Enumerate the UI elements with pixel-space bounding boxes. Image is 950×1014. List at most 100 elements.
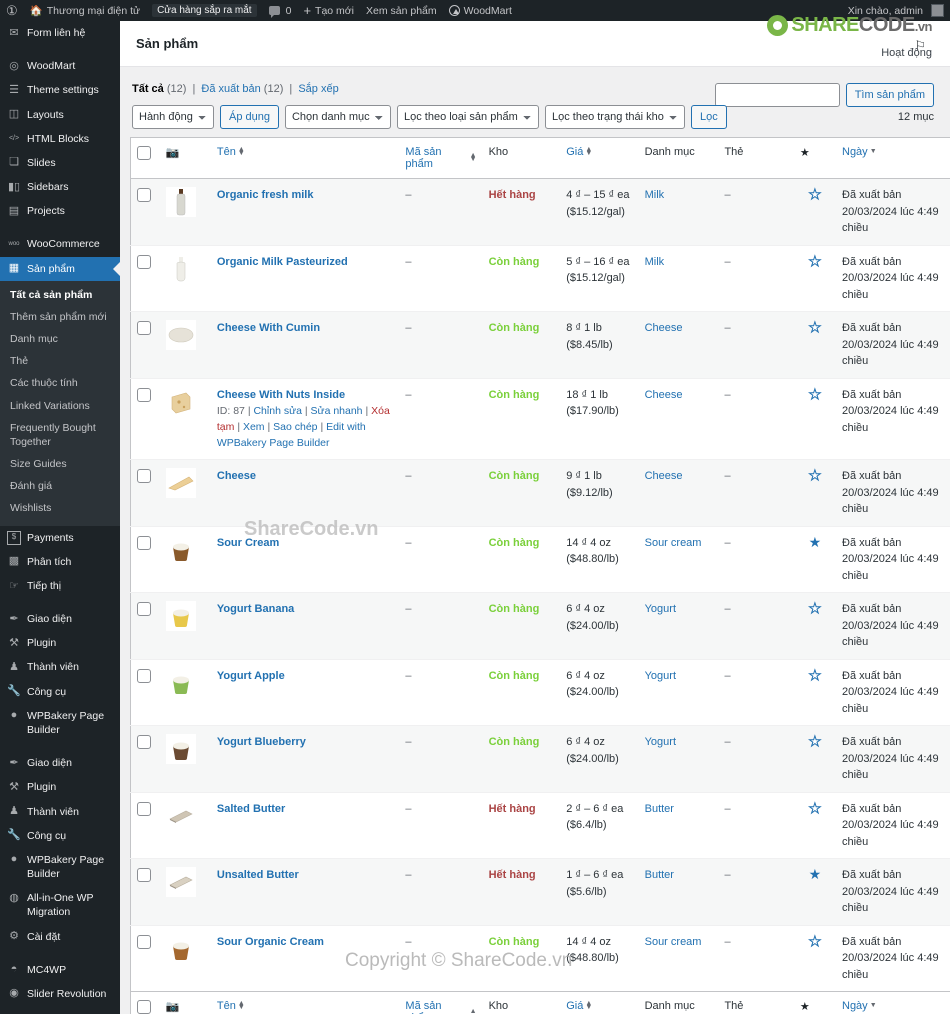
row-category-cell[interactable]: Cheese [638, 311, 719, 378]
column-header-name[interactable]: Tên ▲ ▼ [210, 137, 400, 179]
table-row[interactable]: Organic Milk Pasteurized – Còn hàng 5 ₫ – 1… [130, 244, 950, 312]
product-name-link[interactable]: Yogurt Apple [217, 670, 285, 682]
table-row[interactable]: Yogurt Banana – Còn hàng 6 ₫ 4 oz ($24.00/l… [130, 592, 950, 660]
featured-star-icon[interactable]: ★ [808, 386, 822, 402]
my-account-menu[interactable]: Xin chào, admin [842, 0, 950, 21]
row-checkbox-cell[interactable] [130, 791, 160, 859]
sidebar-item-users-2[interactable]: ♟ Thành viên [0, 800, 120, 824]
sort-by-price-link[interactable]: Giá ▲ ▼ [566, 146, 592, 158]
featured-star-icon[interactable]: ★ [808, 467, 822, 483]
coming-soon-badge[interactable]: Cửa hàng sắp ra mắt [146, 0, 263, 21]
row-featured-cell[interactable]: ★ [793, 725, 836, 793]
row-checkbox[interactable] [137, 321, 151, 336]
select-all-checkbox[interactable] [137, 146, 151, 160]
row-action-quick-edit[interactable]: Sửa nhanh [311, 405, 363, 417]
product-name-link[interactable]: Salted Butter [217, 803, 285, 815]
product-name-link[interactable]: Unsalted Butter [217, 869, 299, 881]
product-name-link[interactable]: Cheese With Nuts Inside [217, 389, 345, 401]
sidebar-item-plugins-2[interactable]: ⚒ Plugin [0, 775, 120, 799]
sidebar-item-sidebars[interactable]: ▮▯ Sidebars [0, 175, 120, 199]
row-checkbox[interactable] [137, 254, 151, 269]
row-featured-cell[interactable]: ★ [793, 858, 836, 926]
row-featured-cell[interactable]: ★ [793, 924, 836, 992]
product-category-link[interactable]: Cheese [645, 470, 683, 482]
row-name-cell[interactable]: Cheese With Cumin [210, 311, 400, 378]
product-name-link[interactable]: Organic fresh milk [217, 189, 314, 201]
column-footer-name[interactable]: Tên ▲ ▼ [210, 991, 400, 1014]
row-name-cell[interactable]: Yogurt Banana [210, 592, 400, 660]
submenu-item-frequently-bought-together[interactable]: Frequently Bought Together [0, 417, 120, 453]
row-checkbox-cell[interactable] [130, 459, 160, 527]
row-featured-cell[interactable]: ★ [793, 791, 836, 859]
row-checkbox[interactable] [137, 387, 151, 402]
product-name-link[interactable]: Yogurt Banana [217, 603, 294, 615]
row-checkbox-cell[interactable] [130, 858, 160, 926]
row-actions[interactable]: ID: 87 | Chỉnh sửa | Sửa nhanh | Xóa tạm… [217, 404, 394, 451]
admin-sidebar-menu[interactable]: ✉ Form liên hệ ◎ WoodMart ☰ Theme settin… [0, 21, 120, 1014]
row-category-cell[interactable]: Yogurt [638, 592, 719, 660]
row-category-cell[interactable]: Sour cream [638, 525, 719, 593]
sidebar-item-products[interactable]: ▦ Sản phẩm [0, 256, 120, 281]
sidebar-item-slides[interactable]: ❏ Slides [0, 151, 120, 175]
column-footer-checkbox[interactable] [130, 991, 160, 1014]
column-header-price[interactable]: Giá ▲ ▼ [560, 137, 639, 179]
featured-star-icon[interactable]: ★ [809, 866, 822, 882]
sidebar-item-appearance-2[interactable]: ✒ Giao diện [0, 751, 120, 775]
sidebar-item-settings[interactable]: ⚙ Cài đặt [0, 925, 120, 949]
row-action-edit[interactable]: Chỉnh sửa [253, 405, 301, 417]
row-name-cell[interactable]: Yogurt Blueberry [210, 725, 400, 793]
site-name-menu[interactable]: 🏠 Thương mại điện tử [24, 0, 146, 21]
row-checkbox-cell[interactable] [130, 311, 160, 378]
comments-menu[interactable]: 0 [263, 0, 298, 21]
product-category-link[interactable]: Yogurt [645, 603, 676, 615]
row-checkbox-cell[interactable] [130, 725, 160, 793]
row-checkbox[interactable] [137, 735, 151, 750]
search-submit-button[interactable]: Tìm sản phẩm [845, 83, 934, 107]
row-checkbox-cell[interactable] [130, 178, 160, 245]
featured-star-icon[interactable]: ★ [809, 534, 822, 550]
filter-link-all[interactable]: Tất cả [132, 83, 164, 95]
sidebar-item-marketing[interactable]: ☞ Tiếp thị [0, 574, 120, 598]
sidebar-item-payments[interactable]: $ Payments [0, 526, 120, 550]
row-checkbox-cell[interactable] [130, 525, 160, 593]
select-all-checkbox-footer[interactable] [137, 1000, 151, 1014]
row-category-cell[interactable]: Butter [638, 858, 719, 926]
row-checkbox-cell[interactable] [130, 924, 160, 992]
submenu-item-linked-variations[interactable]: Linked Variations [0, 395, 120, 417]
row-checkbox-cell[interactable] [130, 592, 160, 660]
submenu-item-add-product[interactable]: Thêm sản phẩm mới [0, 306, 120, 328]
sidebar-item-mc4wp[interactable]: ◓ MC4WP [0, 958, 120, 982]
woodmart-menu[interactable]: WoodMart [443, 0, 518, 21]
apply-bulk-action-button[interactable]: Áp dụng [220, 105, 279, 129]
sidebar-item-layouts[interactable]: ◫ Layouts [0, 103, 120, 127]
product-name-link[interactable]: Yogurt Blueberry [217, 736, 306, 748]
product-category-link[interactable]: Sour cream [645, 537, 702, 549]
submenu-item-wishlists[interactable]: Wishlists [0, 497, 120, 519]
sidebar-item-wpbakery-2[interactable]: ● WPBakery Page Builder [0, 848, 120, 886]
row-checkbox[interactable] [137, 469, 151, 484]
filter-link-sort[interactable]: Sắp xếp [298, 83, 338, 95]
sidebar-item-tools-2[interactable]: 🔧 Công cụ [0, 824, 120, 848]
row-category-cell[interactable]: Butter [638, 791, 719, 859]
row-checkbox[interactable] [137, 535, 151, 550]
table-row[interactable]: Cheese With Nuts Inside ID: 87 | Chỉnh sử… [130, 377, 950, 460]
submenu-item-categories[interactable]: Danh mục [0, 328, 120, 350]
row-category-cell[interactable]: Cheese [638, 377, 719, 460]
row-checkbox-cell[interactable] [130, 377, 160, 460]
submenu-item-tags[interactable]: Thẻ [0, 350, 120, 372]
submenu-item-reviews[interactable]: Đánh giá [0, 475, 120, 497]
row-category-cell[interactable]: Sour cream [638, 924, 719, 992]
column-footer-price[interactable]: Giá ▲ ▼ [560, 991, 639, 1014]
wp-logo-menu[interactable]: ① [0, 0, 24, 21]
filter-link-published[interactable]: Đã xuất bản [201, 83, 260, 95]
row-name-cell[interactable]: Organic Milk Pasteurized [210, 244, 400, 312]
row-category-cell[interactable]: Yogurt [638, 725, 719, 793]
row-name-cell[interactable]: Sour Cream [210, 525, 400, 593]
view-products-link[interactable]: Xem sản phẩm [360, 0, 443, 21]
product-search-box[interactable]: Tìm sản phẩm [714, 83, 934, 107]
row-featured-cell[interactable]: ★ [793, 525, 836, 593]
row-name-cell[interactable]: Organic fresh milk [210, 178, 400, 245]
row-checkbox[interactable] [137, 602, 151, 617]
column-footer-sku[interactable]: Mã sản phẩm ▲ [399, 991, 483, 1014]
sidebar-item-plugins[interactable]: ⚒ Plugin [0, 631, 120, 655]
